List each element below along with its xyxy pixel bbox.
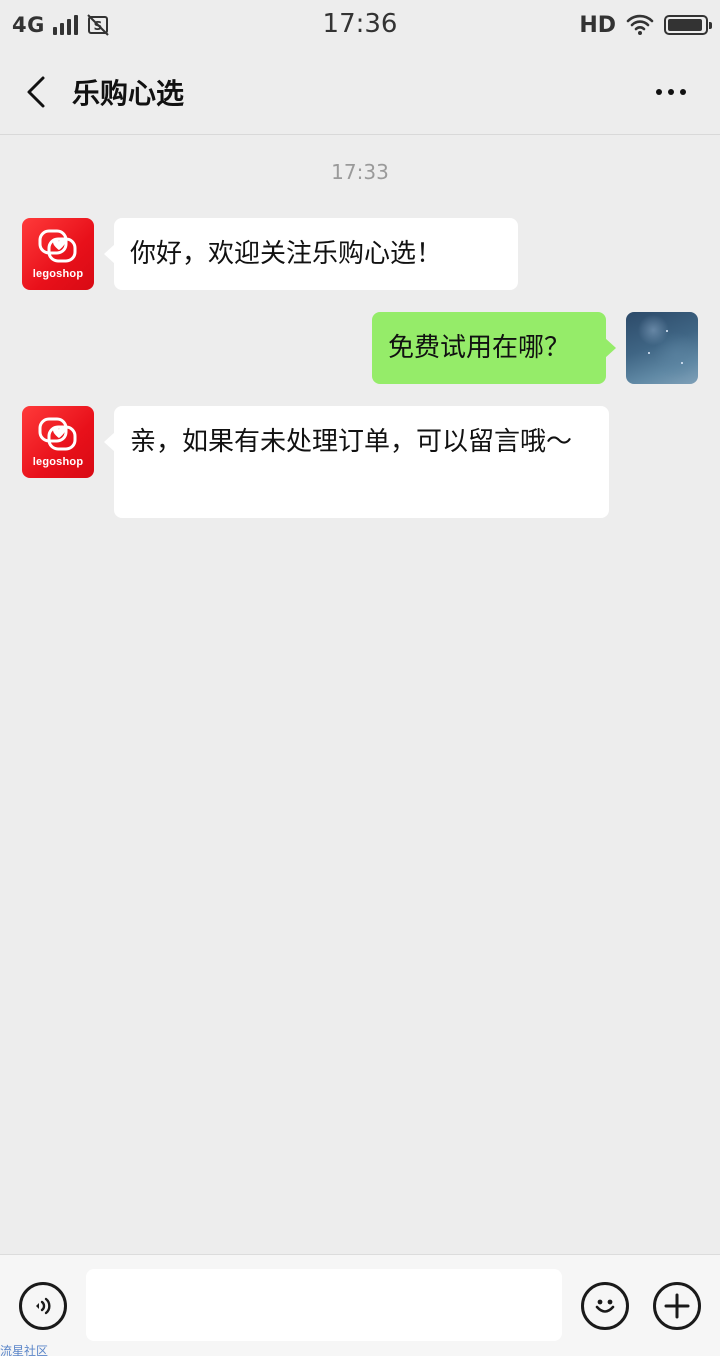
heart-chat-logo-icon [38,417,77,451]
incoming-message-bubble[interactable]: 你好，欢迎关注乐购心选！ [104,218,518,290]
incoming-message-bubble[interactable]: 亲，如果有未处理订单，可以留言哦～ [104,406,609,518]
wifi-icon [626,14,654,35]
watermark-text: 流星社区 [0,1344,49,1356]
chat-title: 乐购心选 [72,77,185,110]
outgoing-message-bubble[interactable]: 免费试用在哪？ [372,312,616,384]
chat-screen: 4G S 17:36 HD [0,0,720,1356]
more-button[interactable] [646,76,696,108]
avatar-star [666,330,668,332]
status-right: HD [579,10,712,40]
brand-avatar[interactable]: legoshop [22,218,94,290]
heart-chat-logo-icon [38,229,77,263]
status-bar: 4G S 17:36 HD [0,0,720,50]
message-input[interactable] [86,1269,562,1341]
avatar-star [681,362,683,364]
more-dot [680,89,686,95]
brand-avatar-label: legoshop [32,268,84,280]
input-bar [0,1254,720,1356]
back-button[interactable] [14,70,58,114]
add-button[interactable] [653,1282,701,1330]
battery-icon [664,15,712,35]
more-dot [668,89,674,95]
voice-icon [36,1297,51,1315]
voice-button[interactable] [19,1282,67,1330]
brand-avatar-label: legoshop [32,456,84,468]
chevron-left-icon [27,76,45,108]
nav-bar: 乐购心选 [0,50,720,135]
emoji-icon [595,1299,615,1313]
avatar-star [648,352,650,354]
hd-indicator: HD [579,12,616,38]
brand-avatar[interactable]: legoshop [22,406,94,478]
user-avatar[interactable] [626,312,698,384]
more-dots-icon [656,89,662,95]
message-timestamp: 17:33 [331,160,389,184]
plus-icon [664,1293,690,1319]
emoji-button[interactable] [581,1282,629,1330]
